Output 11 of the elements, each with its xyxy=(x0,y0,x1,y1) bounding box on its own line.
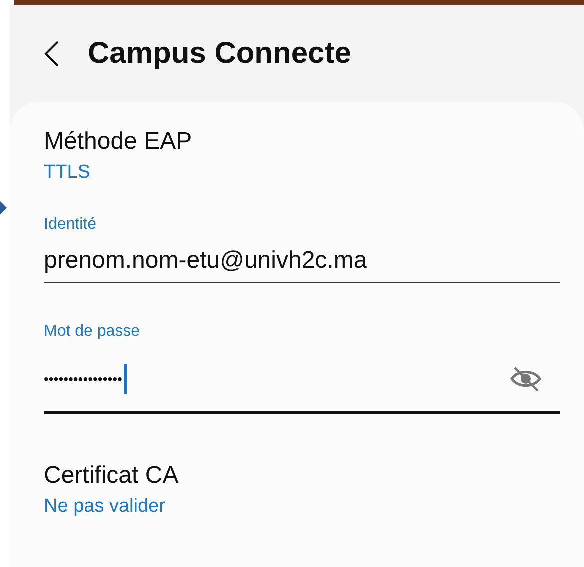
field-label: Mot de passe xyxy=(44,323,140,341)
field-value: prenom.nom-etu@univh2c.ma xyxy=(44,247,368,275)
settings-item[interactable]: Méthode EAP TTLS xyxy=(44,124,560,188)
input-field[interactable]: •••••••••••••••• xyxy=(44,347,560,414)
input-field[interactable]: prenom.nom-etu@univh2c.ma xyxy=(44,240,560,283)
page-title: Campus Connecte xyxy=(88,36,352,70)
hidden-eye-icon[interactable] xyxy=(510,366,542,392)
back-button[interactable] xyxy=(44,40,60,68)
settings-item[interactable]: Certificat CA Ne pas valider xyxy=(44,458,560,522)
field-label: Identité xyxy=(44,216,96,234)
field-value: •••••••••••••••• xyxy=(44,371,122,387)
